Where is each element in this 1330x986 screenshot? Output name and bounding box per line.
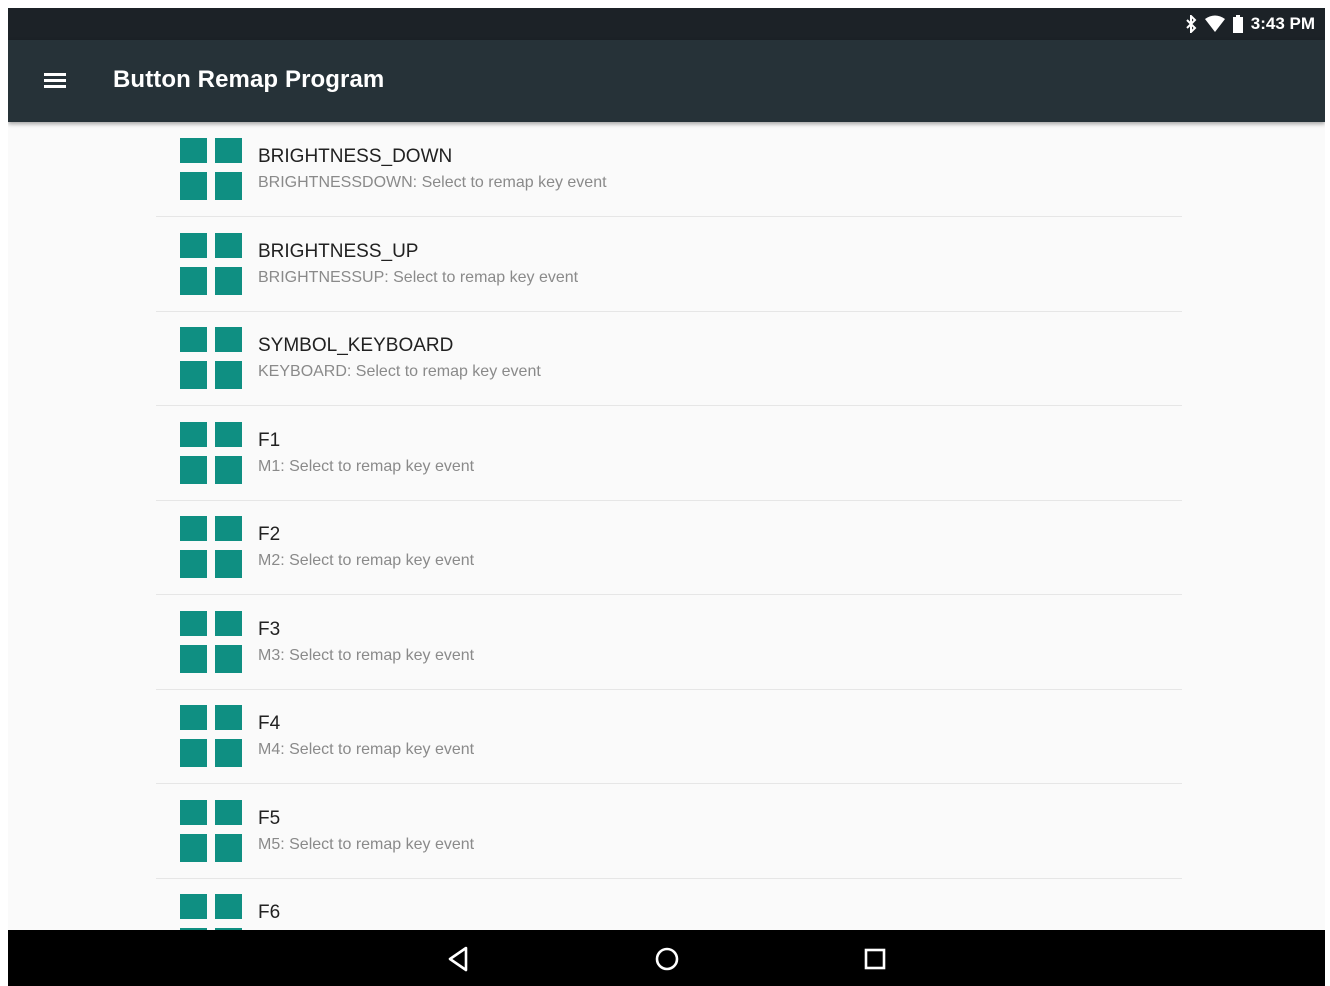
list-item[interactable]: F6 [156,878,1182,930]
item-subtitle: BRIGHTNESSUP: Select to remap key event [258,268,579,286]
navigation-bar [8,930,1325,986]
key-list[interactable]: BRIGHTNESS_DOWN BRIGHTNESSDOWN: Select to… [8,122,1325,930]
item-subtitle: M3: Select to remap key event [258,646,475,664]
grid-app-icon [180,705,242,767]
item-title: F4 [258,713,281,734]
grid-app-icon [180,327,242,389]
wifi-icon [1204,15,1225,32]
grid-app-icon [180,232,242,295]
list-item[interactable]: SYMBOL_KEYBOARD KEYBOARD: Select to remap… [156,311,1182,406]
back-icon[interactable] [444,944,474,974]
grid-app-icon [180,138,242,200]
item-subtitle: BRIGHTNESSDOWN: Select to remap key even… [258,174,607,191]
item-title: F2 [258,524,281,545]
list-item[interactable]: F4 M4: Select to remap key event [156,689,1182,784]
list-item[interactable]: F3 M3: Select to remap key event [156,595,1182,690]
list-item[interactable]: F1 M1: Select to remap key event [156,406,1182,501]
status-icons: 3:43 PM [1185,14,1315,34]
item-title: BRIGHTNESS_UP [258,240,419,262]
item-subtitle: KEYBOARD: Select to remap key event [258,363,541,380]
item-title: F5 [258,807,281,829]
grid-app-icon [180,894,242,930]
list-item[interactable]: F2 M2: Select to remap key event [156,500,1182,595]
grid-app-icon [180,421,242,484]
list-item[interactable]: F5 M5: Select to remap key event [156,784,1182,879]
item-title: F6 [258,902,281,923]
item-subtitle: M4: Select to remap key event [258,741,475,758]
grid-app-icon [180,516,242,578]
item-title: F3 [258,618,281,640]
app-bar: Button Remap Program [8,40,1325,122]
item-subtitle: M1: Select to remap key event [258,457,475,475]
item-title: BRIGHTNESS_DOWN [258,146,453,167]
list-item[interactable]: BRIGHTNESS_DOWN BRIGHTNESSDOWN: Select to… [156,122,1182,217]
item-subtitle: M2: Select to remap key event [258,552,475,569]
device-screen: 3:43 PM Button Remap Program BRIGHTNESS_… [8,8,1325,986]
bluetooth-icon [1186,15,1197,33]
item-title: SYMBOL_KEYBOARD [258,335,454,356]
status-time: 3:43 PM [1250,14,1315,33]
item-title: F1 [258,429,281,451]
home-icon[interactable] [652,944,682,974]
app-title: Button Remap Program [113,66,385,93]
status-bar: 3:43 PM [8,8,1325,40]
item-subtitle: M5: Select to remap key event [258,835,475,853]
grid-app-icon [180,799,242,862]
hamburger-menu-icon[interactable] [42,68,72,94]
list-item[interactable]: BRIGHTNESS_UP BRIGHTNESSUP: Select to rem… [156,217,1182,312]
recents-icon[interactable] [860,944,890,974]
grid-app-icon [180,610,242,673]
battery-icon [1232,15,1243,33]
